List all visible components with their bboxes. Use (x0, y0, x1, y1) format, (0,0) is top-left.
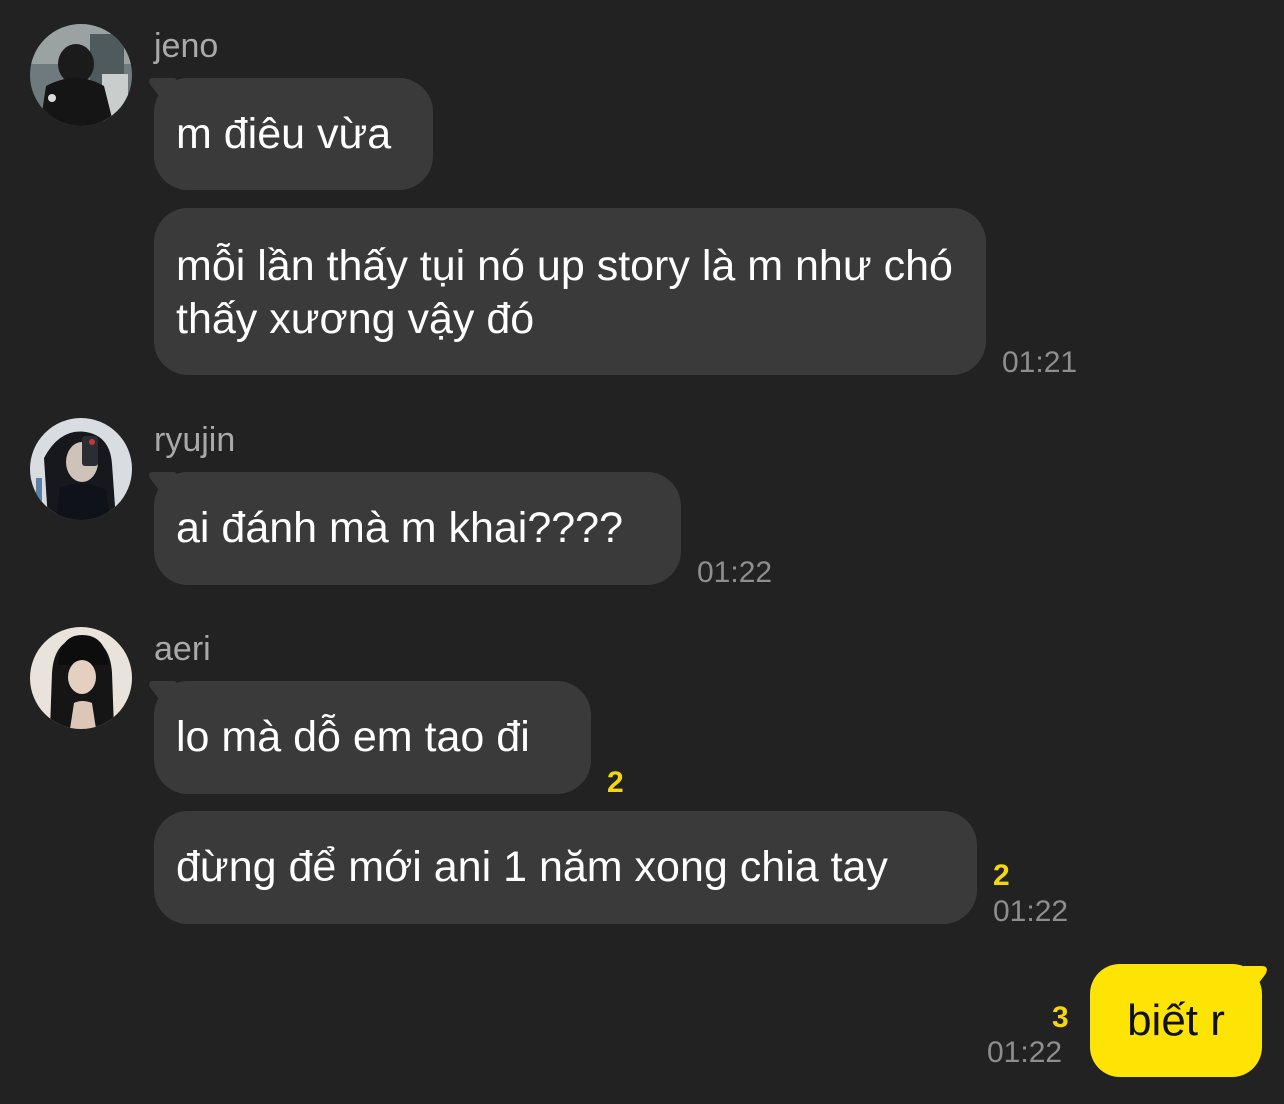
sender-name: jeno (154, 27, 219, 65)
avatar-ryujin[interactable] (30, 418, 132, 520)
avatar-aeri[interactable] (30, 627, 132, 729)
my-message-bubble[interactable]: biết r (1090, 964, 1262, 1077)
sender-name: aeri (154, 630, 211, 668)
message-text: m điêu vừa (176, 109, 392, 158)
message-text: ai đánh mà m khai???? (176, 504, 624, 552)
message-text: biết r (1127, 996, 1225, 1045)
unread-count: 2 (607, 766, 624, 799)
message-text: lo mà dỗ em tao đi (176, 713, 530, 761)
message-bubble[interactable]: m điêu vừa (154, 78, 433, 190)
message-bubble[interactable]: mỗi lần thấy tụi nó up story là m như ch… (154, 208, 986, 375)
message-text: đừng để mới ani 1 năm xong chia tay (176, 843, 888, 891)
unread-count: 2 (993, 859, 1010, 892)
message-timestamp: 01:22 (987, 1036, 1063, 1069)
message-timestamp: 01:22 (993, 895, 1069, 928)
message-timestamp: 01:21 (1002, 346, 1078, 379)
message-text: mỗi lần thấy tụi nó up story là m như ch… (176, 241, 953, 343)
message-bubble[interactable]: đừng để mới ani 1 năm xong chia tay (154, 811, 977, 924)
profile-photo-icon (30, 24, 132, 126)
message-timestamp: 01:22 (697, 556, 773, 589)
avatar-jeno[interactable] (30, 24, 132, 126)
unread-count: 3 (1052, 1001, 1069, 1034)
profile-photo-icon (30, 418, 132, 520)
sender-name: ryujin (154, 421, 236, 459)
message-bubble[interactable]: ai đánh mà m khai???? (154, 472, 681, 585)
profile-photo-icon (30, 627, 132, 729)
message-bubble[interactable]: lo mà dỗ em tao đi (154, 681, 591, 794)
